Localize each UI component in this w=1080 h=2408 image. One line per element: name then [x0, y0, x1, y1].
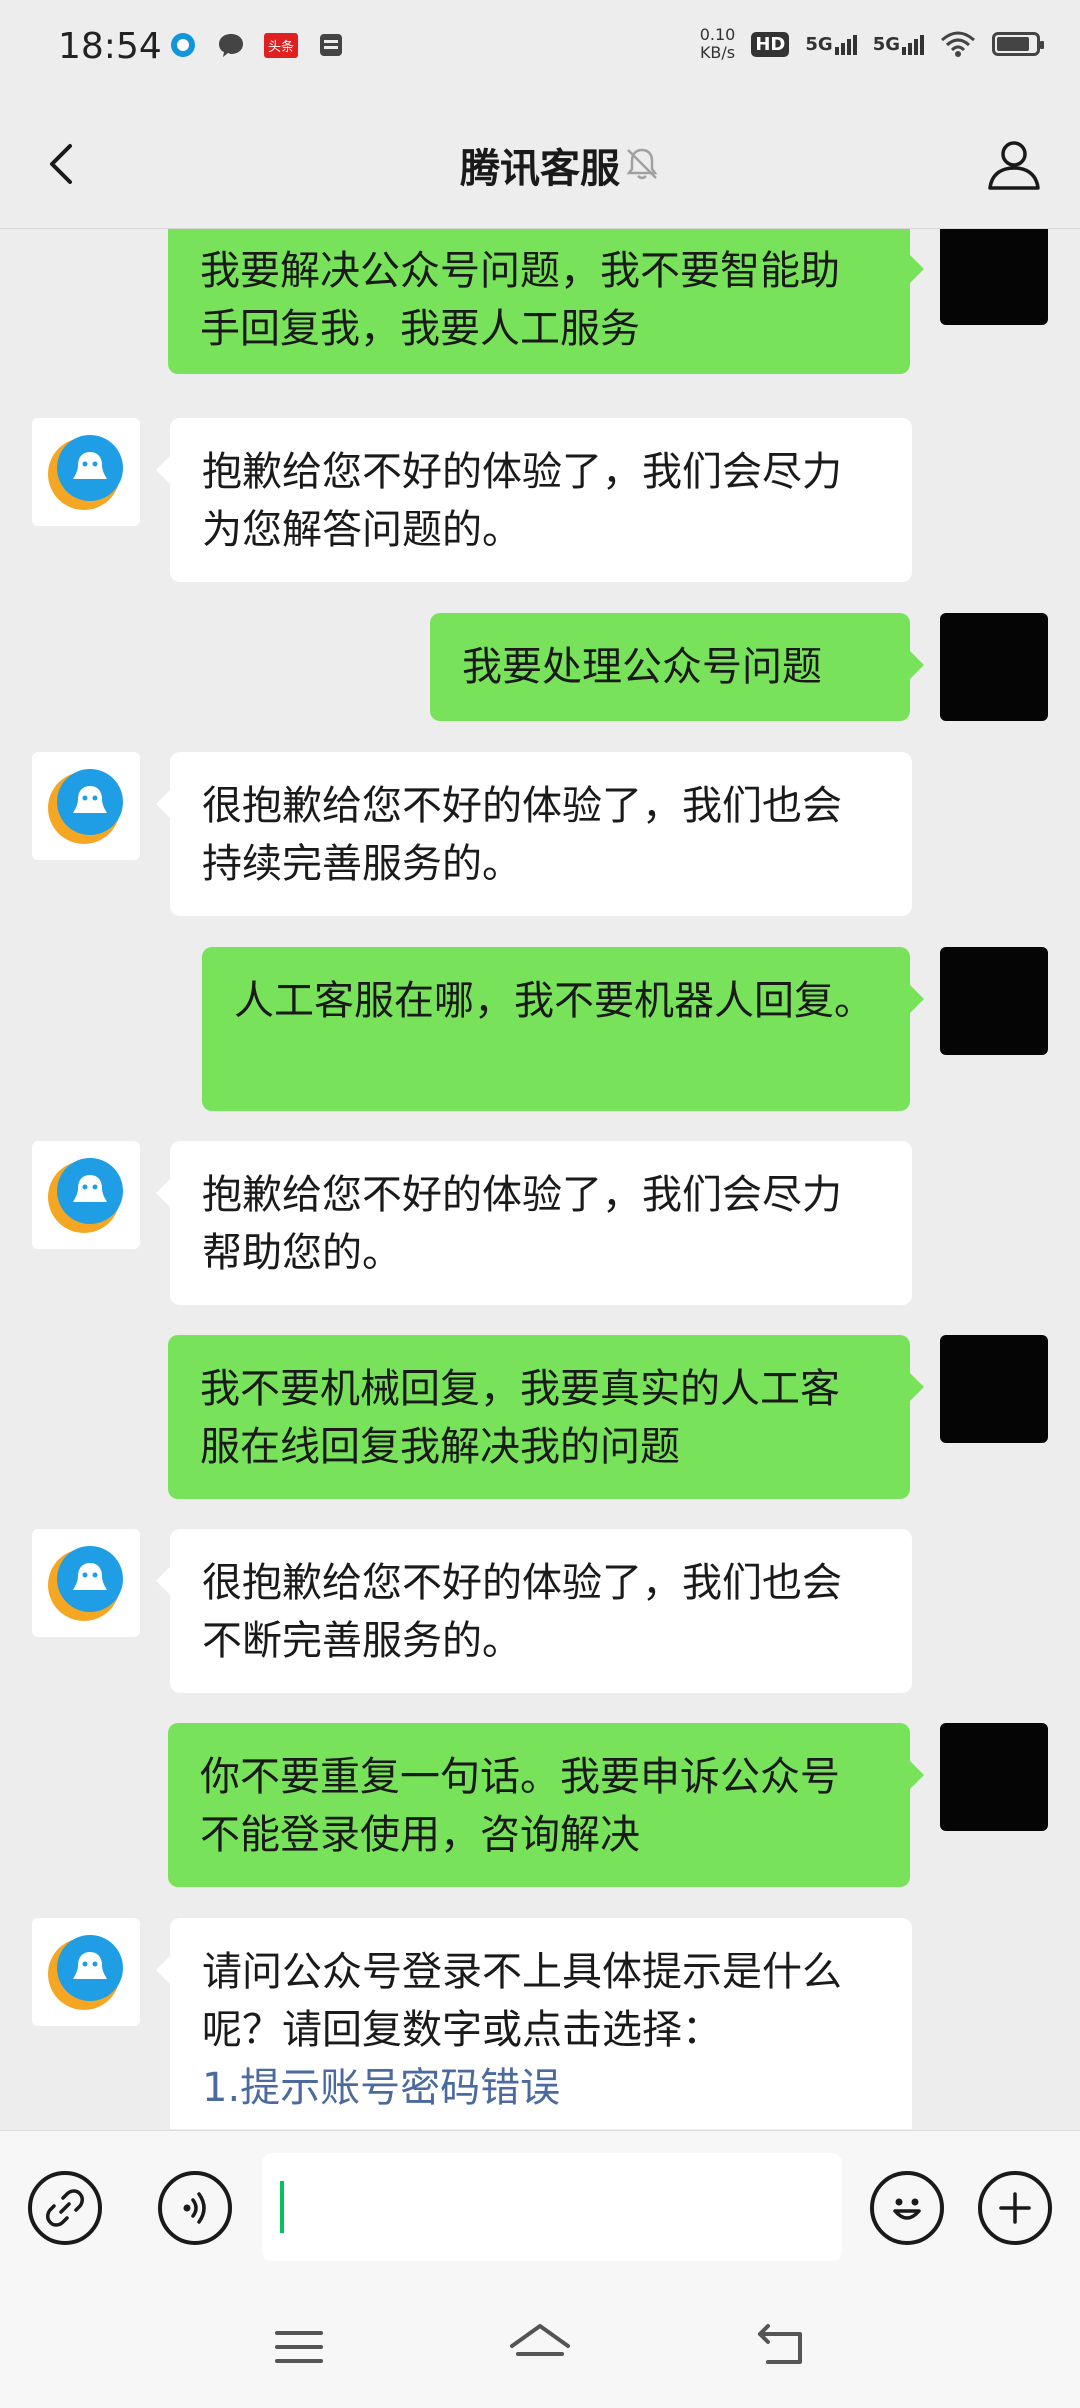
message-bubble-received[interactable]: 抱歉给您不好的体验了，我们会尽力帮助您的。 — [156, 1141, 912, 1305]
status-bar: 18:54 头条 0.10 KB/s HD 5G 5G — [0, 0, 1080, 100]
sim2-label: 5G — [872, 33, 900, 55]
tencent-service-avatar[interactable] — [32, 418, 140, 526]
back-icon — [758, 2324, 802, 2364]
message-text: 抱歉给您不好的体验了，我们会尽力帮助您的。 — [202, 1172, 842, 1276]
message-text: 人工客服在哪，我不要机器人回复。 — [234, 978, 874, 1024]
status-indicators: 0.10 KB/s HD 5G 5G — [700, 26, 1044, 62]
message-bubble-received[interactable]: 很抱歉给您不好的体验了，我们也会持续完善服务的。 — [156, 752, 912, 916]
wifi-icon — [941, 31, 975, 57]
tencent-qq-logo-icon — [48, 435, 123, 510]
user-avatar[interactable] — [940, 947, 1048, 1055]
link-icon — [46, 2189, 84, 2227]
menu-icon — [275, 2331, 323, 2363]
battery-icon — [992, 32, 1044, 56]
user-avatar[interactable] — [940, 229, 1048, 325]
home-button[interactable] — [505, 2315, 575, 2379]
network-speed: 0.10 KB/s — [700, 26, 736, 62]
news-badge: 头条 — [264, 32, 299, 58]
message-text: 很抱歉给您不好的体验了，我们也会不断完善服务的。 — [202, 1560, 842, 1664]
emoji-button[interactable] — [870, 2171, 944, 2245]
message-bubble-sent[interactable]: 我要处理公众号问题 — [430, 613, 924, 721]
message-text: 请问公众号登录不上具体提示是什么呢？请回复数字或点击选择： — [202, 1949, 842, 2053]
tencent-qq-logo-icon — [48, 1158, 123, 1233]
browser-notification-icon — [171, 33, 195, 57]
card-notification-icon — [320, 34, 343, 56]
message-text: 抱歉给您不好的体验了，我们会尽力为您解答问题的。 — [202, 449, 842, 553]
emoji-icon — [893, 2198, 921, 2220]
menu-button[interactable] — [264, 2315, 334, 2379]
tencent-qq-logo-icon — [48, 1935, 123, 2010]
message-bubble-received[interactable]: 很抱歉给您不好的体验了，我们也会不断完善服务的。 — [156, 1529, 912, 1693]
system-back-button[interactable] — [745, 2315, 815, 2379]
input-bar — [0, 2130, 1080, 2287]
signal-sim1-icon: 5G — [805, 33, 857, 55]
message-text: 很抱歉给您不好的体验了，我们也会持续完善服务的。 — [202, 783, 842, 887]
voice-button[interactable] — [158, 2171, 232, 2245]
message-text: 我不要机械回复，我要真实的人工客服在线回复我解决我的问题 — [200, 1366, 840, 1470]
message-bubble-received[interactable]: 抱歉给您不好的体验了，我们会尽力为您解答问题的。 — [156, 418, 912, 582]
message-bubble-sent[interactable]: 我要解决公众号问题，我不要智能助手回复我，我要人工服务 — [168, 229, 924, 374]
plus-icon — [999, 2192, 1031, 2224]
status-time: 18:54 — [58, 26, 162, 67]
tencent-qq-logo-icon — [48, 1546, 123, 1621]
home-icon — [510, 2324, 570, 2356]
message-input[interactable] — [262, 2153, 842, 2261]
message-bubble-sent[interactable]: 你不要重复一句话。我要申诉公众号不能登录使用，咨询解决 — [168, 1723, 924, 1887]
plus-button[interactable] — [978, 2171, 1052, 2245]
page-title: 腾讯客服 — [460, 146, 620, 192]
profile-button[interactable] — [984, 134, 1044, 194]
user-avatar[interactable] — [940, 1335, 1048, 1443]
sim1-label: 5G — [805, 33, 833, 55]
tencent-service-avatar[interactable] — [32, 1529, 140, 1637]
message-bubble-received[interactable]: 请问公众号登录不上具体提示是什么呢？请回复数字或点击选择： 1.提示账号密码错误 — [156, 1918, 912, 2129]
user-avatar[interactable] — [940, 1723, 1048, 1831]
link-button[interactable] — [28, 2171, 102, 2245]
hd-badge: HD — [751, 31, 790, 57]
network-speed-value: 0.10 — [699, 25, 736, 44]
chat-messages[interactable]: 我要解决公众号问题，我不要智能助手回复我，我要人工服务 抱歉给您不好的体验了，我… — [0, 229, 1080, 2129]
message-bubble-sent[interactable]: 人工客服在哪，我不要机器人回复。 — [202, 947, 924, 1111]
message-bubble-sent[interactable]: 我不要机械回复，我要真实的人工客服在线回复我解决我的问题 — [168, 1335, 924, 1499]
message-text: 我要解决公众号问题，我不要智能助手回复我，我要人工服务 — [200, 248, 840, 352]
title-wrap: 腾讯客服 — [0, 136, 1080, 194]
text-caret — [280, 2181, 284, 2233]
tencent-service-avatar[interactable] — [32, 1918, 140, 2026]
notification-icons: 头条 — [168, 30, 346, 60]
user-avatar[interactable] — [940, 613, 1048, 721]
chat-notification-icon — [219, 34, 243, 57]
voice-icon — [183, 2192, 206, 2224]
message-text: 我要处理公众号问题 — [462, 644, 822, 690]
battery-level — [997, 37, 1029, 51]
tencent-qq-logo-icon — [48, 769, 123, 844]
message-text: 你不要重复一句话。我要申诉公众号不能登录使用，咨询解决 — [200, 1754, 840, 1858]
tencent-service-avatar[interactable] — [32, 752, 140, 860]
signal-sim2-icon: 5G — [873, 34, 924, 55]
person-icon — [988, 141, 1040, 190]
chat-header: 腾讯客服 — [0, 100, 1080, 229]
network-speed-unit: KB/s — [699, 43, 736, 62]
system-nav-bar — [0, 2287, 1080, 2408]
option-link[interactable]: 1.提示账号密码错误 — [202, 2065, 560, 2111]
tencent-service-avatar[interactable] — [32, 1141, 140, 1249]
bell-off-icon — [626, 148, 658, 180]
